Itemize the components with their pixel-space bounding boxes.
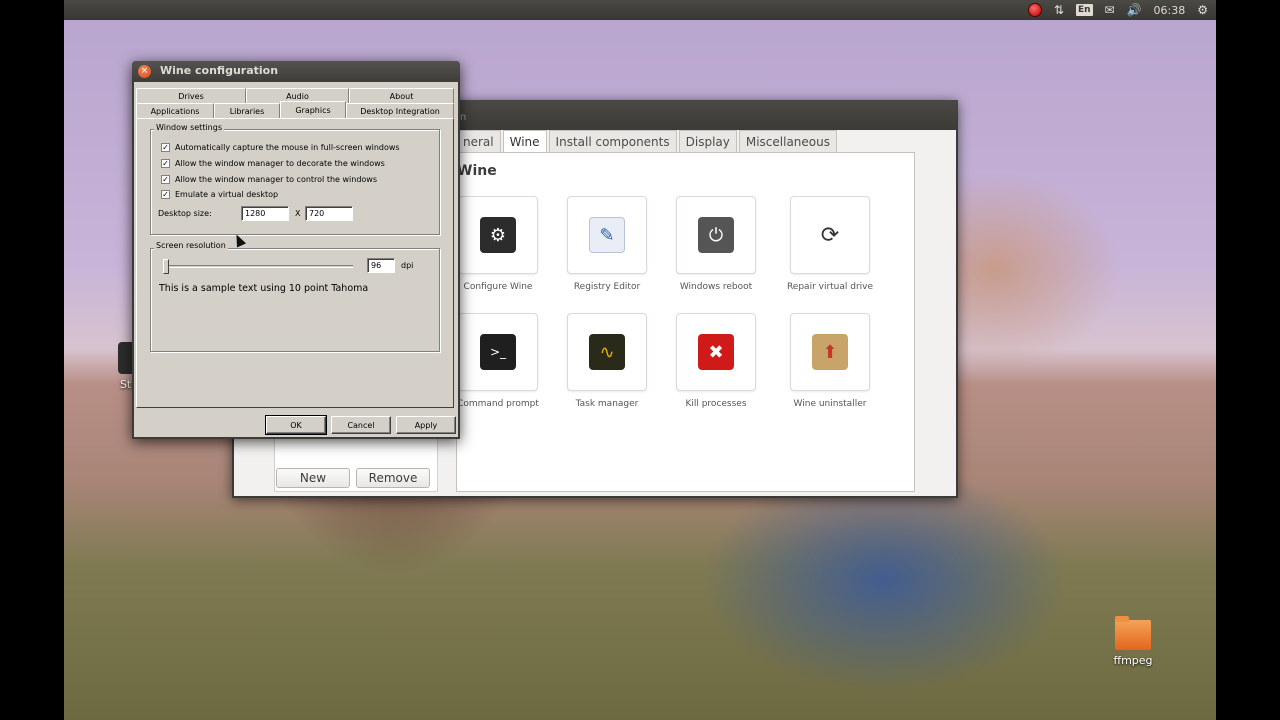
tool-label: Task manager bbox=[575, 399, 639, 409]
tool-label: Repair virtual drive bbox=[786, 282, 874, 292]
tab-graphics[interactable]: Graphics bbox=[280, 101, 346, 118]
tool-label: Windows reboot bbox=[679, 282, 753, 292]
top-panel: ⇅ En ✉ 🔊 06:38 ⚙ bbox=[64, 0, 1216, 20]
tab-miscellaneous[interactable]: Miscellaneous bbox=[738, 130, 837, 152]
sample-text: This is a sample text using 10 point Tah… bbox=[159, 283, 369, 294]
tool-registry-editor[interactable]: ✎ Registry Editor bbox=[552, 196, 662, 292]
dpi-slider-track[interactable] bbox=[165, 265, 353, 268]
virtual-desktop-label: Emulate a virtual desktop bbox=[175, 190, 279, 199]
mail-icon[interactable]: ✉ bbox=[1105, 3, 1115, 17]
tab-install-components[interactable]: Install components bbox=[548, 130, 677, 152]
kill-icon: ✖ bbox=[698, 334, 734, 370]
tool-wine-uninstaller[interactable]: ⬆ Wine uninstaller bbox=[775, 313, 885, 409]
tool-repair-virtual-drive[interactable]: ⟳ Repair virtual drive bbox=[775, 196, 885, 292]
window-settings-legend: Window settings bbox=[154, 123, 224, 132]
new-button[interactable]: New bbox=[276, 468, 350, 488]
desktop-width-field[interactable]: 1280 bbox=[241, 206, 289, 221]
graphics-tab-page: Window settings ✓ Automatically capture … bbox=[136, 118, 454, 408]
decorate-windows-label: Allow the window manager to decorate the… bbox=[175, 159, 385, 168]
cancel-button[interactable]: Cancel bbox=[331, 416, 391, 434]
remove-button[interactable]: Remove bbox=[356, 468, 430, 488]
keyboard-layout-indicator[interactable]: En bbox=[1075, 4, 1093, 16]
apply-button[interactable]: Apply bbox=[396, 416, 456, 434]
dialog-titlebar[interactable]: × Wine configuration bbox=[132, 61, 460, 82]
screen-resolution-group bbox=[150, 248, 440, 352]
clock[interactable]: 06:38 bbox=[1154, 4, 1186, 17]
gear-icon[interactable]: ⚙ bbox=[1197, 3, 1208, 17]
dpi-label: dpi bbox=[401, 261, 414, 270]
tab-drives[interactable]: Drives bbox=[136, 88, 246, 103]
tab-wine[interactable]: Wine bbox=[502, 130, 547, 152]
network-icon[interactable]: ⇅ bbox=[1054, 3, 1064, 17]
option-virtual-desktop[interactable]: ✓ Emulate a virtual desktop bbox=[161, 190, 278, 199]
record-indicator-icon[interactable] bbox=[1027, 3, 1042, 17]
tool-label: Wine uninstaller bbox=[793, 399, 867, 409]
tab-display[interactable]: Display bbox=[678, 130, 737, 152]
desktop-icon-ffmpeg[interactable]: ffmpeg bbox=[1108, 616, 1158, 667]
dpi-slider-thumb[interactable] bbox=[163, 259, 169, 274]
tab-libraries[interactable]: Libraries bbox=[214, 103, 280, 118]
volume-icon[interactable]: 🔊 bbox=[1127, 3, 1142, 17]
uninstaller-icon: ⬆ bbox=[812, 334, 848, 370]
section-title: Wine bbox=[457, 163, 497, 179]
close-icon[interactable]: × bbox=[138, 65, 151, 78]
dpi-field[interactable]: 96 bbox=[367, 258, 395, 273]
left-letterbox bbox=[0, 0, 64, 720]
option-control-windows[interactable]: ✓ Allow the window manager to control th… bbox=[161, 175, 377, 184]
tool-label: Command prompt bbox=[457, 399, 539, 409]
ok-button[interactable]: OK bbox=[265, 415, 327, 435]
decorate-windows-checkbox[interactable]: ✓ bbox=[161, 159, 170, 168]
tab-about[interactable]: About bbox=[349, 88, 454, 103]
desktop-size-label: Desktop size: bbox=[158, 209, 212, 218]
right-letterbox bbox=[1216, 0, 1280, 720]
system-tray: ⇅ En ✉ 🔊 06:38 ⚙ bbox=[1027, 0, 1208, 20]
registry-icon: ✎ bbox=[589, 217, 625, 253]
repair-icon: ⟳ bbox=[812, 217, 848, 253]
desktop-icon-label: ffmpeg bbox=[1113, 654, 1153, 667]
tool-kill-processes[interactable]: ✖ Kill processes bbox=[661, 313, 771, 409]
wine-configuration-dialog: × Wine configuration Drives Audio About … bbox=[132, 61, 460, 439]
desktop-size-x-label: X bbox=[295, 209, 301, 218]
folder-icon bbox=[1115, 616, 1151, 650]
desktop-height-field[interactable]: 720 bbox=[305, 206, 353, 221]
terminal-icon: >_ bbox=[480, 334, 516, 370]
option-capture-mouse[interactable]: ✓ Automatically capture the mouse in ful… bbox=[161, 143, 400, 152]
tool-task-manager[interactable]: ∿ Task manager bbox=[552, 313, 662, 409]
task-manager-icon: ∿ bbox=[589, 334, 625, 370]
control-windows-checkbox[interactable]: ✓ bbox=[161, 175, 170, 184]
tool-label: Kill processes bbox=[685, 399, 747, 409]
gear-icon: ⚙ bbox=[480, 217, 516, 253]
tab-general[interactable]: neral bbox=[456, 130, 501, 152]
power-icon: ⏻ bbox=[698, 217, 734, 253]
tab-applications[interactable]: Applications bbox=[136, 103, 214, 118]
wine-tools-panel: Wine ⚙ Configure Wine ✎ Registry Editor … bbox=[456, 152, 915, 492]
tool-label: Configure Wine bbox=[463, 282, 533, 292]
tab-desktop-integration[interactable]: Desktop Integration bbox=[346, 103, 454, 118]
back-window-title: n bbox=[460, 112, 467, 123]
tab-bar: neral Wine Install components Display Mi… bbox=[456, 130, 839, 152]
virtual-desktop-checkbox[interactable]: ✓ bbox=[161, 190, 170, 199]
control-windows-label: Allow the window manager to control the … bbox=[175, 175, 378, 184]
capture-mouse-label: Automatically capture the mouse in full-… bbox=[175, 143, 400, 152]
tool-windows-reboot[interactable]: ⏻ Windows reboot bbox=[661, 196, 771, 292]
dialog-client-area: Drives Audio About Applications Librarie… bbox=[134, 82, 458, 437]
screen-resolution-legend: Screen resolution bbox=[154, 241, 228, 250]
dialog-title: Wine configuration bbox=[160, 64, 279, 77]
capture-mouse-checkbox[interactable]: ✓ bbox=[161, 143, 170, 152]
tool-label: Registry Editor bbox=[573, 282, 641, 292]
option-decorate-windows[interactable]: ✓ Allow the window manager to decorate t… bbox=[161, 159, 385, 168]
